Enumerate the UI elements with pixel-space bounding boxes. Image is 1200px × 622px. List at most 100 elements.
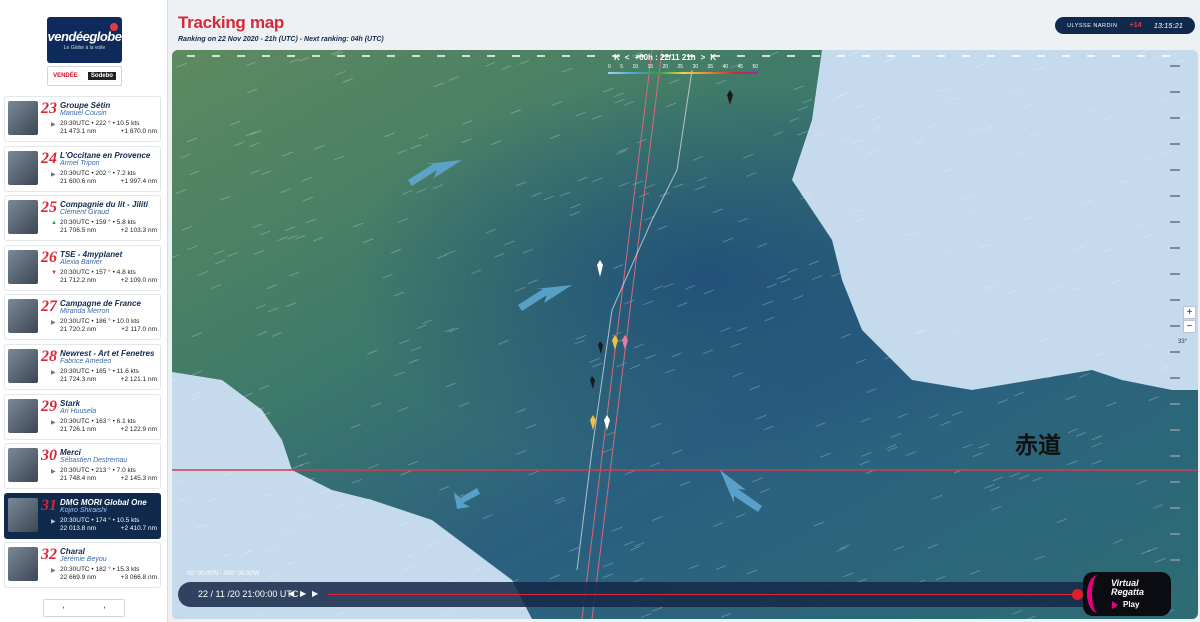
- first-step-button[interactable]: K: [614, 53, 620, 62]
- timeline-track[interactable]: [328, 594, 1074, 595]
- clock-time: 13:15:21: [1153, 21, 1183, 30]
- longitude-tick: [862, 55, 870, 57]
- distance-to-finish: 21 712.2 nm: [60, 276, 97, 284]
- skipper-name: Clément Giraud: [60, 209, 110, 217]
- prev-step-button[interactable]: <: [625, 53, 630, 62]
- skipper-name: Ari Huusela: [60, 407, 97, 415]
- page-title: Tracking map: [178, 13, 284, 32]
- skipper-ranking-list: 23 Groupe Sétin Manuel Cousin ▶ 20:30UTC…: [4, 96, 161, 592]
- longitude-tick: [1062, 55, 1070, 57]
- latitude-tick: [1170, 169, 1180, 171]
- latitude-tick: [1170, 91, 1180, 93]
- longitude-tick: [1112, 55, 1120, 57]
- longitude-tick: [187, 55, 195, 57]
- play-icon[interactable]: ▶: [300, 589, 306, 598]
- boat-name: Campagne de France: [60, 299, 141, 309]
- skipper-name: Armel Tripon: [60, 159, 100, 167]
- wind-scale-tick: 10: [632, 64, 638, 70]
- distance-to-finish: 21 720.2 nm: [60, 326, 97, 334]
- boat-heading-speed: 20:30UTC • 182 ° • 15.3 kts: [60, 566, 140, 574]
- trend-steady-icon: ▶: [51, 469, 56, 476]
- forward-icon[interactable]: ▶: [312, 589, 318, 598]
- trend-steady-icon: ▶: [51, 171, 56, 178]
- skipper-card[interactable]: 28 Newrest - Art et Fenetres Fabrice Ame…: [4, 343, 161, 390]
- logo-tagline: Le Globe à la voile: [63, 45, 106, 51]
- rewind-icon[interactable]: ◀: [288, 589, 294, 598]
- play-triangle-icon: [1112, 601, 1118, 609]
- timeline-date: 22 / 11 /20 21:00:00 UTC: [198, 589, 299, 599]
- sodebo-logo: Sodebo: [87, 72, 116, 80]
- map-canvas[interactable]: [172, 50, 1198, 619]
- gap-to-leader: +2 145.3 nm: [120, 475, 157, 483]
- vendee-globe-logo[interactable]: vendéeglobe Le Globe à la voile: [47, 17, 122, 63]
- longitude-tick: [587, 55, 595, 57]
- longitude-tick: [1037, 55, 1045, 57]
- skipper-rank: 32: [41, 546, 57, 564]
- boat-name: Stark: [60, 398, 81, 408]
- distance-to-finish: 21 473.1 nm: [60, 128, 97, 135]
- longitude-tick: [212, 55, 220, 57]
- boat-heading-speed: 20:30UTC • 186 ° • 10.0 kts: [60, 318, 140, 326]
- gap-to-leader: +2 122.9 nm: [120, 425, 157, 433]
- skipper-card[interactable]: 29 Stark Ari Huusela ▶ 20:30UTC • 163 ° …: [4, 393, 161, 440]
- skipper-rank: 27: [41, 298, 57, 316]
- latitude-tick: [1170, 273, 1180, 275]
- longitude-tick: [887, 55, 895, 57]
- latitude-tick: [1170, 143, 1180, 145]
- skipper-rank: 29: [41, 397, 57, 415]
- skipper-photo: [8, 249, 38, 284]
- partner-logo-icon: ◑: [102, 605, 106, 611]
- clock-brand: ULYSSE NARDIN: [1067, 22, 1118, 29]
- latitude-tick: [1170, 195, 1180, 197]
- boat-heading-speed: 20:30UTC • 163 ° • 6.1 kts: [60, 417, 136, 425]
- last-step-button[interactable]: K: [710, 53, 716, 62]
- skipper-card[interactable]: 26 TSE - 4myplanet Alexia Barrier ▼ 20:3…: [4, 244, 161, 291]
- longitude-tick: [737, 55, 745, 57]
- boat-name: Groupe Sétin: [60, 101, 111, 110]
- distance-to-finish: 22 669.9 nm: [60, 574, 97, 582]
- tracking-map[interactable]: [172, 50, 1198, 619]
- zoom-out-button[interactable]: −: [1183, 320, 1196, 333]
- skipper-card[interactable]: 27 Campagne de France Miranda Merron ▶ 2…: [4, 294, 161, 341]
- trend-steady-icon: ▶: [51, 320, 56, 327]
- distance-to-finish: 21 724.3 nm: [60, 375, 97, 383]
- boat-name: Newrest - Art et Fenetres: [60, 348, 155, 358]
- skipper-name: Manuel Cousin: [60, 110, 107, 117]
- skipper-card[interactable]: 23 Groupe Sétin Manuel Cousin ▶ 20:30UTC…: [4, 96, 161, 142]
- wind-scale-tick: 45: [737, 64, 743, 70]
- skipper-card[interactable]: 30 Merci Sébastien Destremau ▶ 20:30UTC …: [4, 443, 161, 490]
- boat-heading-speed: 20:30UTC • 185 ° • 11.6 kts: [60, 367, 139, 375]
- longitude-tick: [837, 55, 845, 57]
- boat-name: L'Occitane en Provence: [60, 150, 151, 160]
- timeline-handle[interactable]: [1072, 589, 1083, 600]
- longitude-tick: [962, 55, 970, 57]
- zoom-in-button[interactable]: +: [1183, 306, 1196, 319]
- skipper-rank: 25: [41, 199, 57, 217]
- skipper-card[interactable]: 25 Compagnie du lit - Jiliti Clément Gir…: [4, 195, 161, 242]
- boat-heading-speed: 20:30UTC • 202 ° • 7.2 kts: [60, 169, 136, 177]
- virtual-regatta-button[interactable]: Virtual Regatta Play: [1083, 572, 1171, 616]
- longitude-tick: [937, 55, 945, 57]
- distance-to-finish: 21 706.5 nm: [60, 227, 97, 235]
- latitude-tick: [1170, 351, 1180, 353]
- longitude-tick: [912, 55, 920, 57]
- next-step-button[interactable]: >: [701, 53, 706, 62]
- skipper-card[interactable]: 24 L'Occitane en Provence Armel Tripon ▶…: [4, 145, 161, 192]
- longitude-tick: [1012, 55, 1020, 57]
- skipper-card[interactable]: 32 Charal Jérémie Beyou ▶ 20:30UTC • 182…: [4, 542, 161, 589]
- footer-partner-logos[interactable]: ◐ ◑: [43, 599, 125, 617]
- latitude-tick: [1170, 325, 1180, 327]
- latitude-tick: [1170, 65, 1180, 67]
- skipper-card-selected[interactable]: 31 DMG MORI Global One Kojiro Shiraishi …: [4, 492, 161, 539]
- latitude-label: 33°: [1178, 339, 1188, 345]
- gap-to-leader: +2 121.1 nm: [120, 375, 157, 383]
- partner-logos: VENDÉE Sodebo: [47, 66, 122, 86]
- longitude-tick: [562, 55, 570, 57]
- longitude-tick: [512, 55, 520, 57]
- boat-heading-speed: 20:30UTC • 157 ° • 4.8 kts: [60, 268, 136, 276]
- longitude-tick: [812, 55, 820, 57]
- skipper-photo: [8, 398, 38, 433]
- longitude-tick: [1137, 55, 1145, 57]
- vr-line3: Play: [1123, 600, 1140, 609]
- distance-to-finish: 21 726.1 nm: [60, 425, 97, 433]
